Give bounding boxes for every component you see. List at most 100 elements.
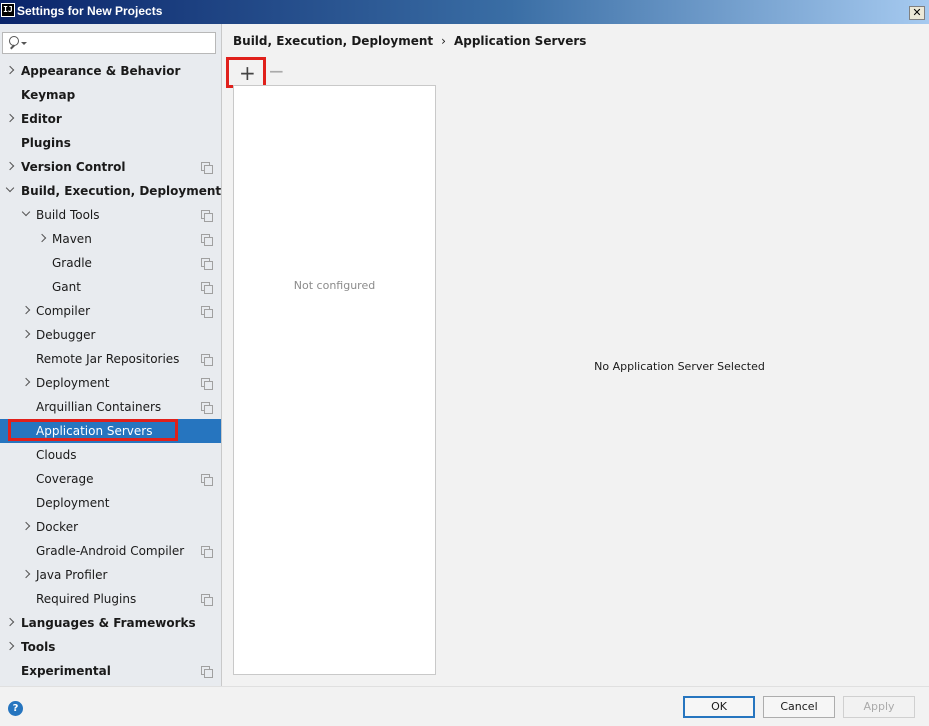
breadcrumb-current: Application Servers — [453, 34, 587, 48]
sidebar-item-label: Debugger — [36, 328, 96, 342]
sidebar-item-label: Keymap — [21, 88, 76, 102]
application-server-list[interactable]: Not configured — [233, 85, 436, 675]
sidebar-item-label: Clouds — [36, 448, 77, 462]
sidebar-item-deployment[interactable]: Deployment — [0, 371, 221, 395]
sidebar-item-label: Version Control — [21, 160, 126, 174]
sidebar-item-label: Plugins — [21, 136, 71, 150]
sidebar-item-build-execution-deployment[interactable]: Build, Execution, Deployment — [0, 179, 221, 203]
breadcrumb-separator-icon: › — [441, 34, 446, 48]
sidebar-item-gradle[interactable]: Gradle — [0, 251, 221, 275]
sidebar-item-java-profiler[interactable]: Java Profiler — [0, 563, 221, 587]
sidebar-item-compiler[interactable]: Compiler — [0, 299, 221, 323]
sidebar-item-label: Application Servers — [36, 424, 153, 438]
sidebar-item-maven[interactable]: Maven — [0, 227, 221, 251]
sidebar-item-docker[interactable]: Docker — [0, 515, 221, 539]
sidebar-item-appearance-behavior[interactable]: Appearance & Behavior — [0, 59, 221, 83]
chevron-right-icon[interactable] — [21, 329, 31, 339]
sidebar-item-label: Experimental — [21, 664, 111, 678]
chevron-right-icon[interactable] — [37, 233, 47, 243]
remove-server-button[interactable]: − — [268, 60, 285, 82]
sidebar-item-label: Compiler — [36, 304, 91, 318]
chevron-right-icon[interactable] — [21, 305, 31, 315]
project-scope-icon — [201, 234, 213, 246]
search-input[interactable] — [29, 35, 211, 51]
sidebar-item-gradle-android-compiler[interactable]: Gradle-Android Compiler — [0, 539, 221, 563]
sidebar-item-deployment[interactable]: Deployment — [0, 491, 221, 515]
sidebar-item-required-plugins[interactable]: Required Plugins — [0, 587, 221, 611]
add-server-button[interactable]: + — [226, 57, 266, 88]
breadcrumb-parent: Build, Execution, Deployment — [233, 34, 434, 48]
sidebar-item-build-tools[interactable]: Build Tools — [0, 203, 221, 227]
sidebar-item-label: Editor — [21, 112, 62, 126]
chevron-right-icon[interactable] — [5, 65, 15, 75]
plus-icon: + — [239, 61, 256, 85]
chevron-right-icon[interactable] — [5, 641, 15, 651]
dialog-footer: ? OK Cancel Apply — [0, 686, 929, 726]
chevron-right-icon[interactable] — [21, 569, 31, 579]
sidebar-item-label: Java Profiler — [36, 568, 108, 582]
intellij-app-icon: IJ — [1, 3, 15, 17]
sidebar-item-label: Deployment — [36, 496, 110, 510]
main-panel: Build, Execution, Deployment › Application… — [223, 24, 929, 686]
project-scope-icon — [201, 666, 213, 678]
sidebar-item-label: Arquillian Containers — [36, 400, 162, 414]
sidebar-item-experimental[interactable]: Experimental — [0, 659, 221, 683]
sidebar-item-languages-frameworks[interactable]: Languages & Frameworks — [0, 611, 221, 635]
search-field[interactable] — [2, 32, 216, 54]
settings-tree: Appearance & Behavior Keymap Editor Plugins… — [0, 59, 221, 683]
sidebar-item-label: Remote Jar Repositories — [36, 352, 180, 366]
sidebar-item-tools[interactable]: Tools — [0, 635, 221, 659]
chevron-down-icon[interactable] — [21, 207, 31, 217]
project-scope-icon — [201, 210, 213, 222]
help-icon[interactable]: ? — [8, 701, 23, 716]
ok-button[interactable]: OK — [683, 696, 755, 718]
sidebar-item-label: Build, Execution, Deployment — [21, 184, 222, 198]
chevron-right-icon[interactable] — [21, 377, 31, 387]
sidebar-item-label: Build Tools — [36, 208, 100, 222]
project-scope-icon — [201, 474, 213, 486]
apply-button[interactable]: Apply — [843, 696, 915, 718]
sidebar-item-editor[interactable]: Editor — [0, 107, 221, 131]
project-scope-icon — [201, 378, 213, 390]
chevron-right-icon[interactable] — [5, 161, 15, 171]
project-scope-icon — [201, 402, 213, 414]
project-scope-icon — [201, 258, 213, 270]
chevron-right-icon[interactable] — [5, 113, 15, 123]
search-options-caret-icon[interactable] — [21, 42, 27, 45]
sidebar-item-label: Appearance & Behavior — [21, 64, 181, 78]
project-scope-icon — [201, 282, 213, 294]
sidebar-item-clouds[interactable]: Clouds — [0, 443, 221, 467]
title-bar: IJ Settings for New Projects ✕ — [0, 0, 929, 24]
sidebar-item-remote-jar-repositories[interactable]: Remote Jar Repositories — [0, 347, 221, 371]
sidebar-item-gant[interactable]: Gant — [0, 275, 221, 299]
sidebar-item-label: Required Plugins — [36, 592, 137, 606]
cancel-button[interactable]: Cancel — [763, 696, 835, 718]
sidebar-item-label: Deployment — [36, 376, 110, 390]
settings-sidebar: Appearance & Behavior Keymap Editor Plugins… — [0, 24, 222, 686]
sidebar-item-debugger[interactable]: Debugger — [0, 323, 221, 347]
sidebar-item-keymap[interactable]: Keymap — [0, 83, 221, 107]
chevron-right-icon[interactable] — [21, 521, 31, 531]
detail-empty-text: No Application Server Selected — [594, 360, 765, 373]
project-scope-icon — [201, 162, 213, 174]
sidebar-item-version-control[interactable]: Version Control — [0, 155, 221, 179]
sidebar-item-label: Languages & Frameworks — [21, 616, 196, 630]
sidebar-item-plugins[interactable]: Plugins — [0, 131, 221, 155]
sidebar-item-arquillian-containers[interactable]: Arquillian Containers — [0, 395, 221, 419]
close-button[interactable]: ✕ — [909, 6, 925, 20]
chevron-right-icon[interactable] — [5, 617, 15, 627]
server-list-empty-text: Not configured — [293, 279, 376, 292]
sidebar-item-label: Gant — [52, 280, 81, 294]
breadcrumb: Build, Execution, Deployment › Application… — [233, 34, 586, 48]
sidebar-item-label: Gradle — [52, 256, 92, 270]
sidebar-item-label: Tools — [21, 640, 56, 654]
sidebar-item-coverage[interactable]: Coverage — [0, 467, 221, 491]
sidebar-item-label: Maven — [52, 232, 92, 246]
sidebar-item-label: Docker — [36, 520, 79, 534]
window-title: Settings for New Projects — [17, 4, 163, 18]
sidebar-item-label: Coverage — [36, 472, 94, 486]
sidebar-item-application-servers[interactable]: Application Servers — [0, 419, 221, 443]
chevron-down-icon[interactable] — [5, 183, 15, 193]
project-scope-icon — [201, 306, 213, 318]
project-scope-icon — [201, 546, 213, 558]
